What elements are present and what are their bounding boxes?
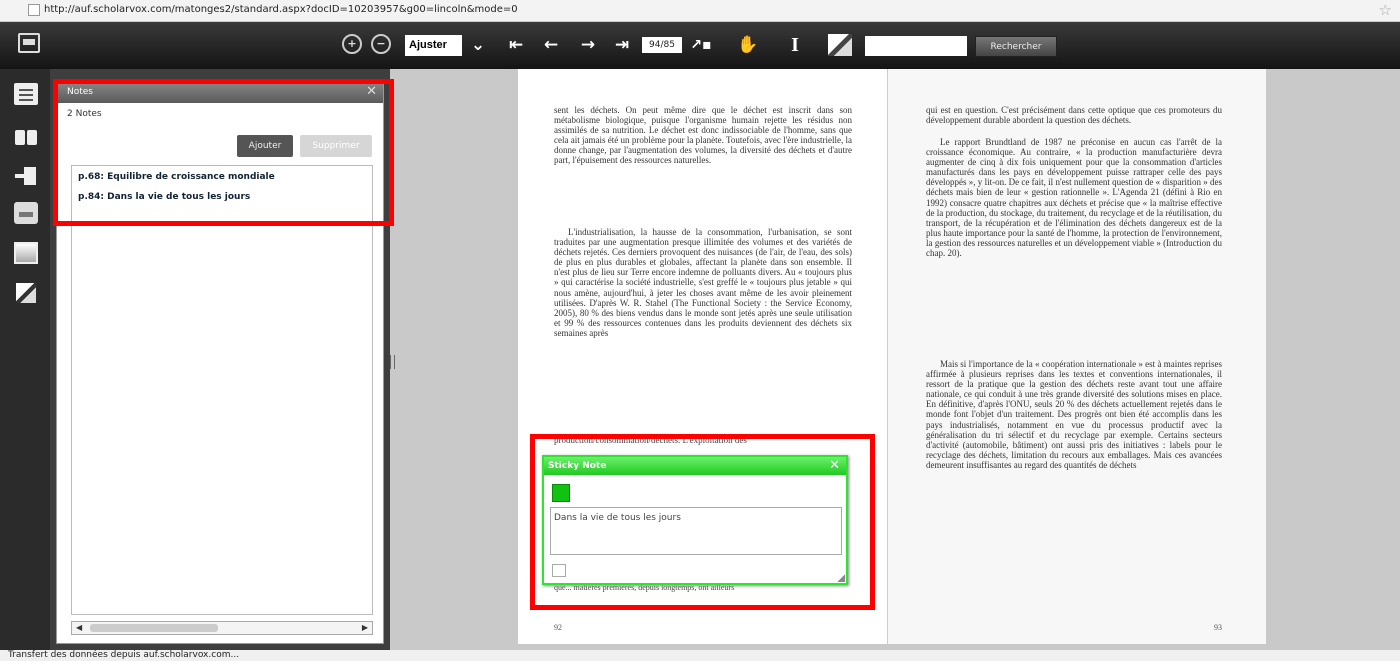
highlight-box-sticky-note bbox=[530, 434, 875, 610]
hand-tool-icon[interactable]: ✋ bbox=[736, 34, 760, 56]
page-number: 92 bbox=[554, 623, 562, 632]
prev-page-icon[interactable]: ← bbox=[540, 34, 562, 56]
text-select-icon[interactable]: I bbox=[784, 34, 806, 56]
zoom-mode-select[interactable]: Ajuster bbox=[405, 35, 462, 56]
scroll-left-icon[interactable]: ◀ bbox=[76, 622, 82, 634]
page-icon bbox=[28, 4, 40, 16]
page-text: Mais si l'importance de la « coopération… bbox=[926, 359, 1222, 470]
zoom-out-icon[interactable]: − bbox=[371, 34, 391, 54]
tool-sidebar bbox=[0, 69, 50, 650]
screen-icon[interactable] bbox=[14, 242, 38, 264]
dropdown-chevron-icon[interactable]: ⌄ bbox=[468, 34, 488, 56]
page-number: 93 bbox=[1214, 623, 1222, 632]
go-page-icon[interactable]: ↗▪ bbox=[686, 34, 716, 56]
notes-list: p.68: Equilibre de croissance mondiale p… bbox=[71, 165, 373, 615]
exit-icon[interactable] bbox=[14, 165, 38, 187]
page-number-field[interactable]: 94/85 bbox=[642, 37, 682, 53]
highlight-box-notes bbox=[53, 79, 394, 226]
binoculars-icon[interactable] bbox=[14, 126, 38, 148]
page-text: L'industrialisation, la hausse de la con… bbox=[554, 227, 852, 338]
page-text: qui est en question. C'est précisément d… bbox=[926, 105, 1222, 126]
horizontal-scrollbar[interactable]: ◀ ▶ bbox=[71, 621, 373, 635]
first-page-icon[interactable]: ⇤ bbox=[505, 34, 527, 56]
url-field[interactable]: http://auf.scholarvox.com/matonges2/stan… bbox=[44, 4, 518, 15]
status-bar: Transfert des données depuis auf.scholar… bbox=[0, 650, 1400, 661]
last-page-icon[interactable]: ⇥ bbox=[611, 34, 633, 56]
page-text: sent les déchets. On peut même dire que … bbox=[554, 105, 852, 166]
highlighter-icon[interactable] bbox=[14, 281, 38, 303]
scroll-right-icon[interactable]: ▶ bbox=[362, 622, 368, 634]
search-button[interactable]: Rechercher bbox=[975, 36, 1057, 57]
document-icon[interactable] bbox=[14, 83, 38, 105]
search-input[interactable] bbox=[865, 36, 967, 56]
menu-icon[interactable] bbox=[18, 33, 40, 53]
scroll-thumb[interactable] bbox=[90, 624, 218, 632]
reader-toolbar: + − Ajuster ⌄ ⇤ ← → ⇥ 94/85 ↗▪ ✋ I Reche… bbox=[0, 22, 1400, 69]
address-bar: http://auf.scholarvox.com/matonges2/stan… bbox=[0, 0, 1400, 22]
panel-splitter-handle[interactable] bbox=[390, 355, 395, 369]
zoom-in-icon[interactable]: + bbox=[342, 34, 362, 54]
next-page-icon[interactable]: → bbox=[577, 34, 599, 56]
page-text: Le rapport Brundtland de 1987 ne préconi… bbox=[926, 137, 1222, 259]
bookmark-star-icon[interactable]: ☆ bbox=[1379, 1, 1392, 19]
print-icon[interactable] bbox=[14, 202, 38, 224]
highlighter-icon[interactable] bbox=[828, 34, 852, 56]
book-page-right: qui est en question. C'est précisément d… bbox=[888, 69, 1266, 644]
